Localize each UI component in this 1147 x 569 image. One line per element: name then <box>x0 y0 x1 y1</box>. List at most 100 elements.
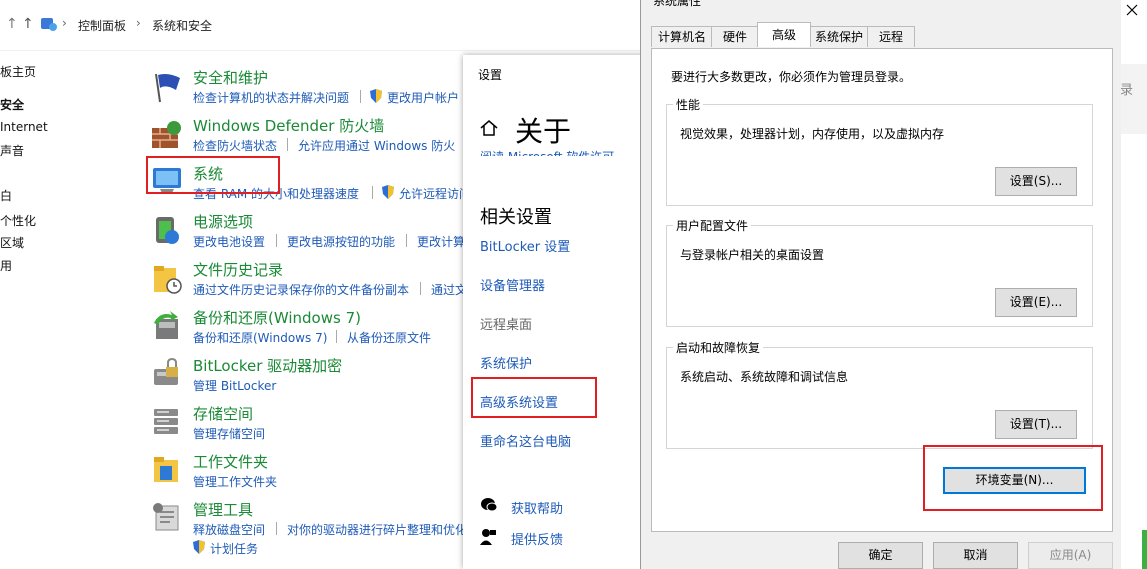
link-separator <box>406 234 407 247</box>
left-nav-item[interactable]: 用 <box>0 257 12 274</box>
settings-header: 设置 <box>478 68 503 82</box>
ok-button[interactable]: 确定 <box>838 542 923 569</box>
admin-note: 要进行大多数更改，你必须作为管理员登录。 <box>671 70 912 84</box>
category-link[interactable]: 允许远程访问 <box>399 185 471 202</box>
category-link[interactable]: 计划任务 <box>210 540 258 557</box>
license-link-partial[interactable]: 阅读 Microsoft 软件许可 <box>480 148 614 156</box>
left-nav-item[interactable]: 板主页 <box>0 63 36 80</box>
category-title[interactable]: 工作文件夹 <box>193 451 268 472</box>
help-icon <box>481 498 498 512</box>
uac-shield-icon <box>370 89 382 103</box>
category-link[interactable]: 检查计算机的状态并解决问题 <box>193 89 349 106</box>
category-title[interactable]: 存储空间 <box>193 403 253 424</box>
category-title[interactable]: Windows Defender 防火墙 <box>193 115 384 136</box>
uac-shield-icon <box>193 540 205 554</box>
settings-title: 关于 <box>515 115 572 148</box>
performance-group: 性能 视觉效果，处理器计划，内存使用，以及虚拟内存 设置(S)... <box>666 96 1093 206</box>
category-link[interactable]: 通过文件历史记录保存你的文件备份副本 <box>193 281 409 298</box>
category-link[interactable]: 通过文 <box>431 281 467 298</box>
category-link[interactable]: 从备份还原文件 <box>347 329 431 346</box>
device-manager-link[interactable]: 设备管理器 <box>480 275 545 294</box>
highlight-box-env-vars <box>923 445 1103 511</box>
accent-strip <box>1142 530 1147 569</box>
group-label: 启动和故障恢复 <box>673 339 764 356</box>
category-link[interactable]: 更改用户帐户 <box>387 89 459 106</box>
category-title[interactable]: BitLocker 驱动器加密 <box>193 355 342 376</box>
bitlocker-settings-link[interactable]: BitLocker 设置 <box>480 236 570 255</box>
left-nav-item[interactable]: 声音 <box>0 142 24 159</box>
breadcrumb-separator-icon: › <box>62 16 67 30</box>
power-options-icon <box>156 217 179 244</box>
uac-shield-icon <box>382 185 394 199</box>
user-profiles-group: 用户配置文件 与登录帐户相关的桌面设置 设置(E)... <box>666 217 1093 327</box>
rename-pc-link[interactable]: 重命名这台电脑 <box>480 431 571 450</box>
left-nav-item[interactable]: 个性化 <box>0 212 36 229</box>
feedback-link[interactable]: 提供反馈 <box>511 529 563 548</box>
startup-recovery-settings-button[interactable]: 设置(T)... <box>995 410 1077 439</box>
category-link[interactable]: 更改电池设置 <box>193 233 265 250</box>
link-separator <box>420 282 421 295</box>
cancel-button[interactable]: 取消 <box>933 542 1018 569</box>
close-icon[interactable] <box>1126 4 1138 16</box>
partial-text: 录 <box>1120 83 1134 98</box>
apply-button[interactable]: 应用(A) <box>1028 542 1113 569</box>
up-arrow-icon[interactable]: ↑ <box>22 16 34 32</box>
admin-tools-icon <box>153 503 179 531</box>
flag-icon <box>155 73 180 103</box>
file-history-icon <box>154 266 182 294</box>
category-link[interactable]: 备份和还原(Windows 7) <box>193 329 327 346</box>
highlight-box-system <box>146 156 280 194</box>
control-panel-icon <box>41 18 57 31</box>
category-link[interactable]: 更改计算 <box>417 233 465 250</box>
link-separator <box>372 186 373 199</box>
breadcrumb-separator-icon: › <box>136 16 141 30</box>
home-icon[interactable] <box>479 118 499 138</box>
tab-hardware[interactable]: 硬件 <box>711 26 759 47</box>
breadcrumb-item-control-panel[interactable]: 控制面板 <box>78 17 126 34</box>
category-title[interactable]: 备份和还原(Windows 7) <box>193 307 361 328</box>
group-label: 性能 <box>673 96 704 113</box>
tab-remote[interactable]: 远程 <box>867 26 915 47</box>
tab-advanced[interactable]: 高级 <box>757 22 811 47</box>
category-title[interactable]: 电源选项 <box>193 211 253 232</box>
link-separator <box>287 138 288 151</box>
category-link[interactable]: 管理 BitLocker <box>193 377 276 394</box>
group-description: 系统启动、系统故障和调试信息 <box>680 370 849 384</box>
category-link[interactable]: 检查防火墙状态 <box>193 137 277 154</box>
category-link[interactable]: 管理存储空间 <box>193 425 265 442</box>
user-profiles-settings-button[interactable]: 设置(E)... <box>995 288 1077 317</box>
system-properties-dialog: 系统属性 计算机名 硬件 高级 系统保护 远程 要进行大多数更改，你必须作为管理… <box>640 0 1121 569</box>
bitlocker-icon <box>154 357 178 385</box>
tab-computer-name[interactable]: 计算机名 <box>651 26 713 47</box>
breadcrumb-item-system-security[interactable]: 系统和安全 <box>152 17 212 34</box>
group-label: 用户配置文件 <box>673 217 752 234</box>
system-protection-link[interactable]: 系统保护 <box>480 353 532 372</box>
back-arrow-icon[interactable]: ↑ <box>6 16 18 32</box>
left-nav-item[interactable]: 安全 <box>0 96 24 113</box>
category-link[interactable]: 更改电源按钮的功能 <box>287 233 395 250</box>
performance-settings-button[interactable]: 设置(S)... <box>995 167 1077 196</box>
remote-desktop-link[interactable]: 远程桌面 <box>480 314 532 333</box>
get-help-link[interactable]: 获取帮助 <box>511 498 563 517</box>
group-description: 与登录帐户相关的桌面设置 <box>680 248 825 262</box>
category-link[interactable]: 管理工作文件夹 <box>193 473 277 490</box>
feedback-icon <box>480 529 496 545</box>
category-link[interactable]: 允许应用通过 Windows 防火 <box>298 137 455 154</box>
storage-spaces-icon <box>154 409 178 434</box>
link-separator <box>336 330 337 343</box>
category-title[interactable]: 管理工具 <box>193 499 253 520</box>
tab-system-protection[interactable]: 系统保护 <box>809 26 869 47</box>
left-nav-item[interactable]: Internet <box>0 120 48 134</box>
left-nav-item[interactable]: 白 <box>0 187 12 204</box>
link-separator <box>276 234 277 247</box>
work-folders-icon <box>154 457 178 482</box>
category-title[interactable]: 安全和维护 <box>193 67 268 88</box>
left-nav-item[interactable]: 区域 <box>0 234 24 251</box>
address-bar: ↑ ↑ › 控制面板 › 系统和安全 <box>0 0 640 51</box>
group-description: 视觉效果，处理器计划，内存使用，以及虚拟内存 <box>680 127 945 141</box>
category-title[interactable]: 文件历史记录 <box>193 259 283 280</box>
category-link[interactable]: 释放磁盘空间 <box>193 521 265 538</box>
settings-window: 设置 关于 阅读 Microsoft 软件许可 相关设置 BitLocker 设… <box>463 55 653 569</box>
category-link[interactable]: 对你的驱动器进行碎片整理和优化 <box>287 521 467 538</box>
firewall-icon <box>152 121 181 148</box>
